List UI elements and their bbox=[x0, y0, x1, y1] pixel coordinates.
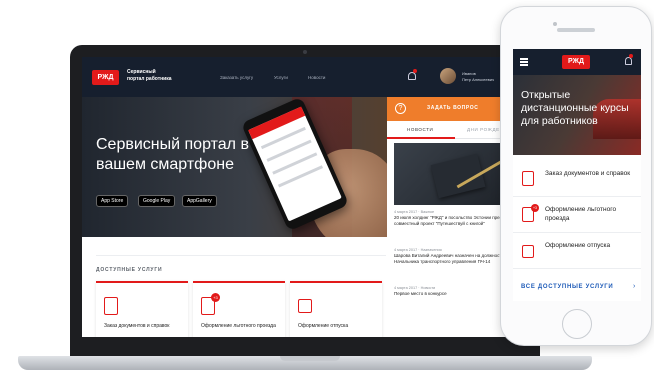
notification-dot bbox=[413, 69, 417, 73]
card-badge: +3 bbox=[211, 293, 220, 302]
ask-question-label: ЗАДАТЬ ВОПРОС bbox=[427, 105, 479, 111]
phone-camera bbox=[553, 22, 557, 26]
service-card-label: Оформление отпуска bbox=[298, 323, 349, 329]
phone-service-label: Оформление льготного проезда bbox=[545, 206, 617, 222]
service-card-label: Заказ документов и справок bbox=[104, 323, 170, 329]
rzd-logo[interactable]: РЖД bbox=[92, 70, 119, 85]
site-header: РЖД Сервисный портал работника Заказать … bbox=[82, 57, 528, 97]
all-services-link[interactable]: ВСЕ ДОСТУПНЫЕ УСЛУГИ bbox=[521, 284, 613, 290]
google-play-button[interactable]: Google Play bbox=[138, 195, 176, 207]
phone-header: РЖД bbox=[513, 49, 641, 75]
menu-icon[interactable] bbox=[520, 58, 528, 60]
portal-title: Сервисный портал работника bbox=[127, 69, 172, 83]
service-card-documents[interactable]: Заказ документов и справок bbox=[96, 281, 188, 337]
phone-service-documents[interactable]: Заказ документов и справок bbox=[513, 161, 641, 197]
nav-services[interactable]: Услуги bbox=[274, 75, 288, 80]
phone-service-label: Оформление отпуска bbox=[545, 242, 611, 249]
service-badge: +3 bbox=[531, 204, 539, 212]
phone-service-vacation[interactable]: Оформление отпуска bbox=[513, 233, 641, 269]
divider bbox=[96, 255, 386, 256]
phone-screen: РЖД Открытые дистанционные курсы для раб… bbox=[513, 49, 641, 301]
phone-service-travel[interactable]: +3 Оформление льготного проезда bbox=[513, 197, 641, 233]
notification-bell-icon[interactable] bbox=[625, 57, 632, 65]
calendar-icon bbox=[522, 245, 534, 258]
service-card-travel[interactable]: +3 Оформление льготного проезда bbox=[193, 281, 285, 337]
laptop-screen: РЖД Сервисный портал работника Заказать … bbox=[82, 57, 528, 337]
rzd-logo[interactable]: РЖД bbox=[562, 55, 590, 69]
nav-order-service[interactable]: Заказать услугу bbox=[220, 75, 253, 80]
portal-title-line1: Сервисный bbox=[127, 69, 156, 75]
service-card-vacation[interactable]: Оформление отпуска bbox=[290, 281, 382, 337]
phone-hero-banner[interactable]: Открытые дистанционные курсы для работни… bbox=[513, 75, 641, 155]
avatar[interactable] bbox=[440, 68, 456, 84]
laptop-base bbox=[18, 356, 592, 370]
phone-hero-title: Открытые дистанционные курсы для работни… bbox=[521, 89, 629, 127]
home-button[interactable] bbox=[562, 309, 592, 339]
notification-dot bbox=[629, 54, 633, 58]
app-store-button[interactable]: App Store bbox=[96, 195, 129, 207]
hero-title: Сервисный портал в вашем смартфоне bbox=[96, 136, 249, 173]
question-icon: ? bbox=[395, 103, 406, 114]
tab-news[interactable]: НОВОСТИ bbox=[407, 127, 433, 132]
user-first-name: Петр Алексеевич bbox=[462, 77, 495, 82]
service-card-label: Оформление льготного проезда bbox=[201, 323, 276, 329]
laptop-camera bbox=[303, 50, 307, 54]
laptop-notch bbox=[280, 356, 340, 361]
tab-active-indicator bbox=[387, 137, 455, 139]
chevron-right-icon[interactable]: › bbox=[633, 283, 635, 290]
phone-speaker bbox=[557, 28, 595, 32]
calendar-icon bbox=[298, 299, 312, 313]
portal-title-line2: портал работника bbox=[127, 76, 172, 82]
document-icon bbox=[522, 171, 534, 186]
document-icon bbox=[104, 297, 118, 315]
notification-bell-icon[interactable] bbox=[408, 72, 416, 80]
laptop: РЖД Сервисный портал работника Заказать … bbox=[70, 45, 540, 367]
phone-service-label: Заказ документов и справок bbox=[545, 170, 631, 177]
smartphone: РЖД Открытые дистанционные курсы для раб… bbox=[500, 6, 652, 346]
app-gallery-button[interactable]: AppGallery bbox=[182, 195, 217, 207]
user-name[interactable]: Иванов Петр Алексеевич bbox=[462, 71, 494, 83]
nav-news[interactable]: Новости bbox=[308, 75, 325, 80]
hero-banner: Сервисный портал в вашем смартфоне App S… bbox=[82, 97, 387, 237]
services-heading: ДОСТУПНЫЕ УСЛУГИ bbox=[96, 267, 163, 273]
